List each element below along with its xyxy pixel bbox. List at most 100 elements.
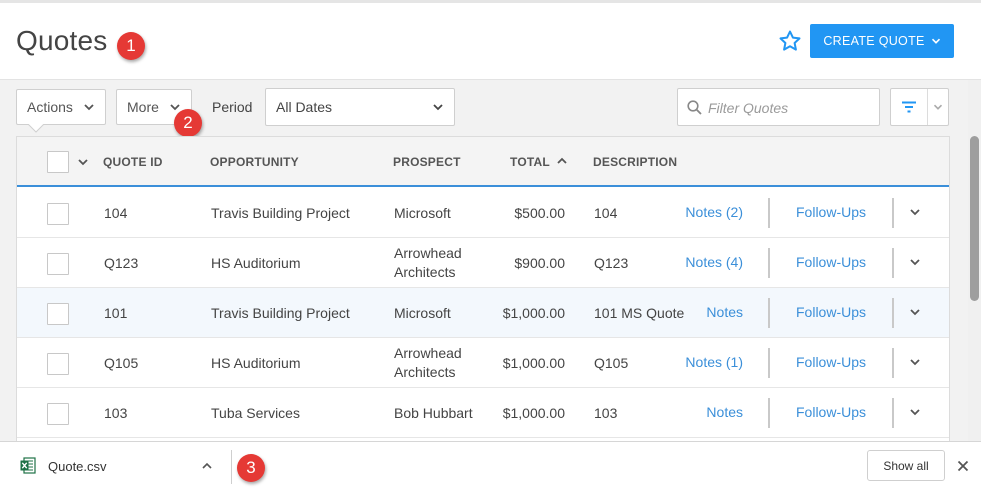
follow-ups-link[interactable]: Follow-Ups: [796, 304, 866, 320]
prospect-cell: Bob Hubbart: [394, 405, 473, 421]
filter-split-button: [890, 88, 949, 126]
description-cell: 103: [594, 405, 618, 421]
column-header-total[interactable]: TOTAL: [510, 155, 550, 169]
separator: [231, 450, 232, 484]
row-checkbox[interactable]: [47, 253, 69, 275]
filter-button[interactable]: [891, 89, 928, 125]
quotes-table: QUOTE ID OPPORTUNITY PROSPECT TOTAL DESC…: [16, 136, 950, 441]
filter-options-button[interactable]: [928, 89, 948, 125]
follow-ups-link[interactable]: Follow-Ups: [796, 354, 866, 370]
separator: [768, 248, 770, 278]
sort-ascending-icon[interactable]: [556, 156, 568, 166]
table-row[interactable]: 101 Travis Building Project Microsoft $1…: [17, 288, 949, 338]
row-checkbox[interactable]: [47, 403, 69, 425]
prospect-cell: Arrowhead Architects: [394, 345, 462, 380]
total-cell: $1,000.00: [502, 405, 565, 421]
chevron-down-icon: [933, 104, 943, 110]
excel-file-icon: [20, 457, 36, 474]
quote-id-cell: Q123: [104, 255, 139, 271]
quote-id-cell: 101: [104, 305, 128, 321]
description-cell: Q105: [594, 355, 629, 371]
separator: [892, 398, 894, 428]
follow-ups-link[interactable]: Follow-Ups: [796, 254, 866, 270]
notes-link[interactable]: Notes (2): [685, 204, 743, 220]
filter-search-box: [677, 88, 880, 126]
column-header-quote-id[interactable]: QUOTE ID: [103, 155, 163, 169]
opportunity-cell: Tuba Services: [211, 405, 300, 421]
chevron-down-icon[interactable]: [907, 354, 923, 370]
total-cell: $900.00: [514, 255, 565, 271]
total-cell: $1,000.00: [502, 305, 565, 321]
period-select[interactable]: All Dates: [265, 88, 455, 126]
search-icon: [687, 100, 702, 115]
notes-link[interactable]: Notes (4): [685, 254, 743, 270]
row-checkbox[interactable]: [47, 303, 69, 325]
row-checkbox[interactable]: [47, 203, 69, 225]
quote-id-cell: 104: [104, 205, 128, 221]
opportunity-cell: HS Auditorium: [211, 255, 301, 271]
favorite-star-icon[interactable]: [778, 29, 802, 53]
dropdown-pointer: [28, 124, 44, 133]
chevron-down-icon[interactable]: [907, 304, 923, 320]
close-icon[interactable]: [957, 460, 969, 472]
opportunity-cell: HS Auditorium: [211, 355, 301, 371]
annotation-badge-2: 2: [174, 109, 202, 137]
column-header-description[interactable]: DESCRIPTION: [593, 155, 677, 169]
opportunity-cell: Travis Building Project: [211, 205, 350, 221]
quote-id-cell: 103: [104, 405, 128, 421]
separator: [892, 298, 894, 328]
prospect-cell: Microsoft: [394, 305, 451, 321]
notes-link[interactable]: Notes: [706, 404, 743, 420]
follow-ups-link[interactable]: Follow-Ups: [796, 204, 866, 220]
prospect-cell: Microsoft: [394, 205, 451, 221]
annotation-badge-1: 1: [117, 32, 145, 60]
table-row[interactable]: 104 Travis Building Project Microsoft $5…: [17, 188, 949, 238]
filter-quotes-input[interactable]: [708, 98, 873, 118]
table-header: QUOTE ID OPPORTUNITY PROSPECT TOTAL DESC…: [17, 137, 949, 187]
create-quote-label: CREATE QUOTE: [823, 34, 925, 48]
chevron-down-icon: [433, 104, 443, 111]
separator: [892, 248, 894, 278]
filter-icon: [902, 101, 916, 113]
chevron-down-icon: [84, 104, 94, 111]
chevron-down-icon[interactable]: [907, 404, 923, 420]
follow-ups-link[interactable]: Follow-Ups: [796, 404, 866, 420]
description-cell: Q123: [594, 255, 629, 271]
chevron-down-icon[interactable]: [907, 254, 923, 270]
actions-dropdown[interactable]: Actions: [16, 89, 106, 125]
quote-id-cell: Q105: [104, 355, 139, 371]
download-bar: Quote.csv Show all: [0, 441, 981, 490]
period-value: All Dates: [276, 99, 333, 115]
notes-link[interactable]: Notes (1): [685, 354, 743, 370]
separator: [892, 348, 894, 378]
separator: [768, 398, 770, 428]
notes-link[interactable]: Notes: [706, 304, 743, 320]
total-cell: $500.00: [514, 205, 565, 221]
download-file-name[interactable]: Quote.csv: [48, 459, 107, 474]
scrollbar-thumb[interactable]: [970, 136, 979, 301]
row-checkbox[interactable]: [47, 353, 69, 375]
separator: [768, 298, 770, 328]
separator: [768, 348, 770, 378]
chevron-down-icon[interactable]: [907, 204, 923, 220]
column-header-prospect[interactable]: PROSPECT: [393, 155, 461, 169]
chevron-up-icon[interactable]: [201, 461, 213, 471]
create-quote-button[interactable]: CREATE QUOTE: [810, 24, 954, 58]
separator: [892, 198, 894, 228]
table-row[interactable]: Q105 HS Auditorium Arrowhead Architects …: [17, 338, 949, 388]
description-cell: 104: [594, 205, 618, 221]
description-cell: 101 MS Quote: [594, 305, 685, 321]
more-label: More: [127, 99, 159, 115]
period-label: Period: [212, 99, 253, 115]
table-row[interactable]: 103 Tuba Services Bob Hubbart $1,000.00 …: [17, 388, 949, 438]
select-all-checkbox[interactable]: [47, 151, 69, 173]
table-row[interactable]: Q123 HS Auditorium Arrowhead Architects …: [17, 238, 949, 288]
chevron-down-icon: [931, 38, 940, 44]
column-header-opportunity[interactable]: OPPORTUNITY: [210, 155, 299, 169]
total-cell: $1,000.00: [502, 355, 565, 371]
show-all-button[interactable]: Show all: [867, 450, 945, 481]
chevron-down-icon[interactable]: [77, 157, 89, 167]
page-header: Quotes CREATE QUOTE: [0, 3, 981, 80]
opportunity-cell: Travis Building Project: [211, 305, 350, 321]
prospect-cell: Arrowhead Architects: [394, 245, 462, 280]
